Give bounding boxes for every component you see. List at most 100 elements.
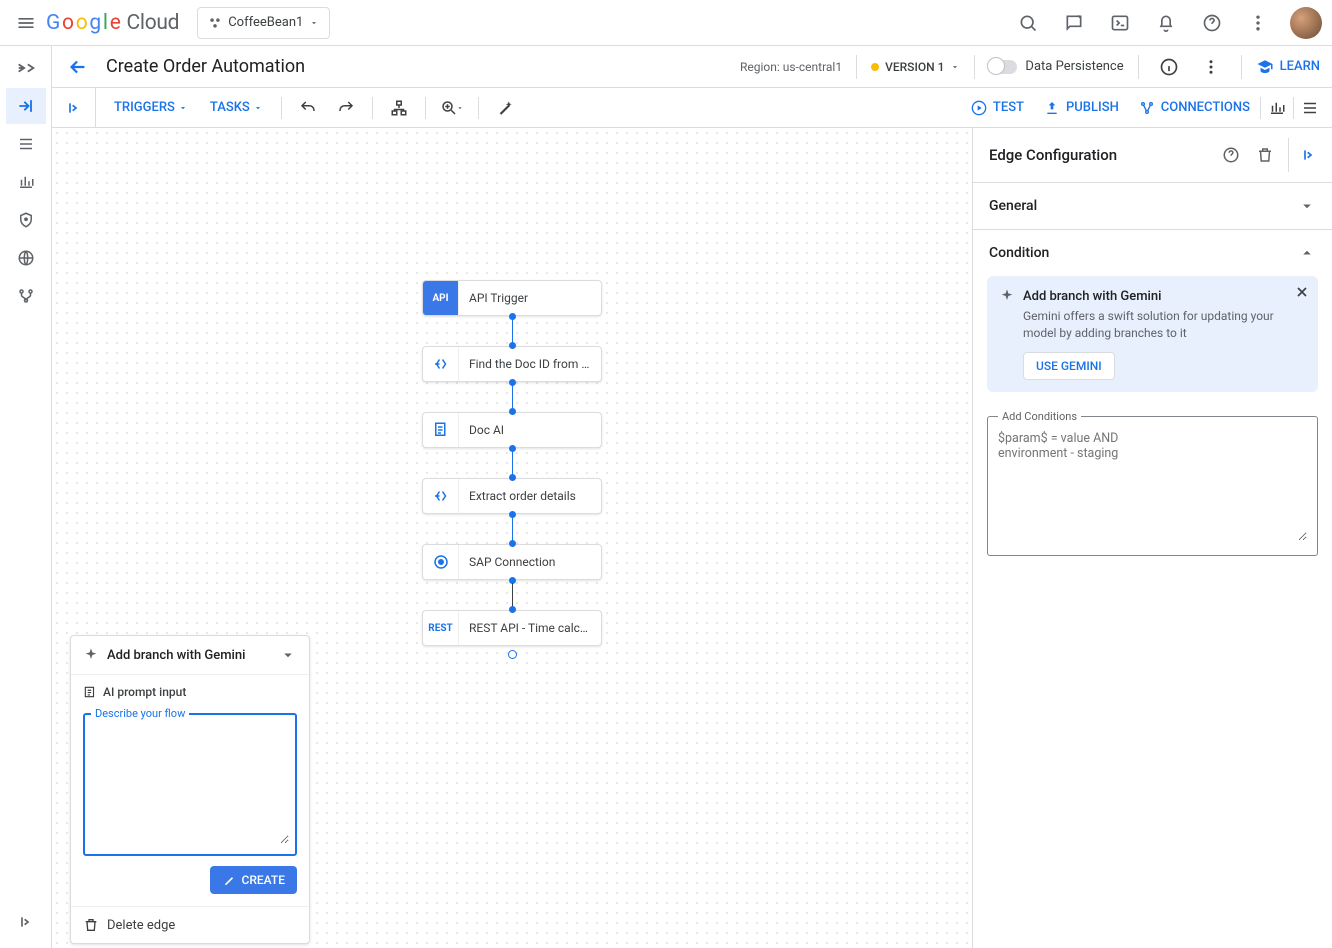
- sparkle-icon: [83, 647, 99, 663]
- flow-node[interactable]: Doc AI: [422, 412, 602, 448]
- delete-edge-button[interactable]: Delete edge: [71, 906, 309, 943]
- gemini-banner-close[interactable]: [1294, 284, 1310, 300]
- auto-layout-button[interactable]: [383, 92, 415, 124]
- panel-delete-button[interactable]: [1248, 138, 1282, 172]
- node-icon: [423, 347, 459, 381]
- panel-toggle-left[interactable]: [52, 88, 96, 128]
- gemini-prompt-card: Add branch with Gemini AI prompt input D…: [70, 635, 310, 944]
- conditions-input[interactable]: [998, 431, 1307, 541]
- list-icon: [1301, 99, 1319, 117]
- node-icon: REST: [423, 611, 459, 645]
- search-icon: [1018, 13, 1038, 33]
- help-button[interactable]: [1192, 3, 1232, 43]
- flow-edge[interactable]: [512, 448, 513, 478]
- nav-triggers[interactable]: [6, 88, 46, 124]
- undo-button[interactable]: [292, 92, 324, 124]
- describe-flow-input[interactable]: [91, 724, 289, 844]
- connections-button[interactable]: CONNECTIONS: [1129, 88, 1260, 128]
- test-button[interactable]: TEST: [961, 88, 1034, 128]
- chevron-down-icon: [309, 18, 319, 28]
- help-icon: [1222, 146, 1240, 164]
- section-condition-header[interactable]: Condition: [973, 230, 1332, 276]
- magic-wand-button[interactable]: [489, 92, 521, 124]
- layout-icon: [390, 99, 408, 117]
- nav-security[interactable]: [6, 202, 46, 238]
- left-nav-rail: [0, 46, 52, 948]
- switch-icon: [989, 60, 1017, 74]
- flow-edge[interactable]: [512, 316, 513, 346]
- flow-edge[interactable]: [512, 514, 513, 544]
- chevron-down-icon: [279, 646, 297, 664]
- notifications-button[interactable]: [1146, 3, 1186, 43]
- bell-icon: [1156, 13, 1176, 33]
- close-icon: [1294, 284, 1310, 300]
- tasks-menu[interactable]: TASKS: [202, 88, 271, 128]
- page-more-button[interactable]: [1195, 51, 1227, 83]
- section-general[interactable]: General: [973, 183, 1332, 230]
- chevron-down-icon: [950, 62, 960, 72]
- back-button[interactable]: [60, 49, 96, 85]
- panel-collapse-button[interactable]: [1288, 138, 1322, 172]
- nav-analytics[interactable]: [6, 164, 46, 200]
- more-button[interactable]: [1238, 3, 1278, 43]
- gemini-card-collapse[interactable]: [279, 646, 297, 664]
- chevron-down-icon: [456, 104, 464, 112]
- branch-icon: [17, 287, 35, 305]
- triggers-menu[interactable]: TRIGGERS: [106, 88, 196, 128]
- flow-node[interactable]: Find the Doc ID from Input: [422, 346, 602, 382]
- info-icon: [1159, 57, 1179, 77]
- project-selector[interactable]: CoffeeBean1: [197, 7, 330, 39]
- zoom-button[interactable]: [436, 92, 468, 124]
- chart-icon: [1268, 99, 1286, 117]
- chart-icon: [17, 173, 35, 191]
- flow-edge[interactable]: [512, 382, 513, 412]
- version-selector[interactable]: VERSION 1: [871, 60, 960, 74]
- panel-help-button[interactable]: [1214, 138, 1248, 172]
- send-feedback-button[interactable]: [1054, 3, 1094, 43]
- search-button[interactable]: [1008, 3, 1048, 43]
- avatar[interactable]: [1290, 7, 1322, 39]
- flow-endcap[interactable]: [508, 650, 517, 659]
- top-icons: [1008, 3, 1322, 43]
- collapse-right-icon: [66, 100, 82, 116]
- node-icon: [423, 545, 459, 579]
- learn-button[interactable]: LEARN: [1256, 58, 1320, 76]
- use-gemini-button[interactable]: USE GEMINI: [1023, 352, 1115, 380]
- flow-node[interactable]: Extract order details: [422, 478, 602, 514]
- node-label: Doc AI: [459, 423, 601, 437]
- data-persistence-toggle[interactable]: Data Persistence: [989, 59, 1123, 74]
- nav-global[interactable]: [6, 240, 46, 276]
- nav-logs[interactable]: [6, 126, 46, 162]
- hamburger-menu[interactable]: [6, 3, 46, 43]
- redo-icon: [337, 99, 355, 117]
- describe-flow-fieldset: Describe your flow: [83, 707, 297, 856]
- flow-node[interactable]: RESTREST API - Time calcul...: [422, 610, 602, 646]
- chevron-up-icon: [1298, 244, 1316, 262]
- help-icon: [1202, 13, 1222, 33]
- node-label: SAP Connection: [459, 555, 601, 569]
- menu-icon: [16, 13, 36, 33]
- cloud-shell-button[interactable]: [1100, 3, 1140, 43]
- canvas-toolbar: TRIGGERS TASKS TEST PUBLIS: [52, 88, 1332, 128]
- flow-node[interactable]: APIAPI Trigger: [422, 280, 602, 316]
- status-dot-icon: [871, 63, 879, 71]
- publish-button[interactable]: PUBLISH: [1034, 88, 1129, 128]
- page-header-bar: Create Order Automation Region: us-centr…: [52, 46, 1332, 88]
- right-panel-toggle[interactable]: [1294, 92, 1326, 124]
- variables-panel-button[interactable]: [1261, 92, 1293, 124]
- nav-collapse[interactable]: [6, 904, 46, 940]
- create-button[interactable]: CREATE: [210, 866, 297, 894]
- flow-canvas[interactable]: APIAPI Trigger Find the Doc ID from Input…: [52, 128, 972, 948]
- flow-node[interactable]: SAP Connection: [422, 544, 602, 580]
- redo-button[interactable]: [330, 92, 362, 124]
- info-button[interactable]: [1153, 51, 1185, 83]
- arrow-left-icon: [67, 56, 89, 78]
- nav-connections[interactable]: [6, 278, 46, 314]
- flow-edge[interactable]: [512, 580, 513, 610]
- node-icon: [423, 413, 459, 447]
- graduation-icon: [1256, 58, 1274, 76]
- conditions-fieldset: Add Conditions: [987, 410, 1318, 556]
- node-label: Extract order details: [459, 489, 601, 503]
- collapse-right-icon: [1301, 147, 1317, 163]
- chevron-down-icon: [1298, 197, 1316, 215]
